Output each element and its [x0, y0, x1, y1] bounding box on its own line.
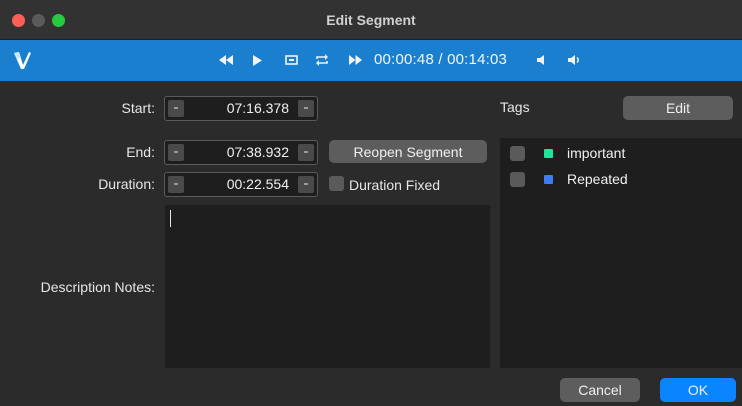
- playback-timecode: 00:00:48 / 00:14:03: [374, 51, 508, 68]
- duration-fixed-checkbox[interactable]: [329, 176, 344, 191]
- end-time-value[interactable]: 07:38.932: [187, 144, 295, 160]
- loop-segment-icon[interactable]: [283, 50, 299, 70]
- duration-decrement-button[interactable]: [168, 176, 184, 193]
- duration-fixed-label: Duration Fixed: [349, 177, 441, 193]
- cancel-button[interactable]: Cancel: [560, 378, 640, 402]
- start-time-stepper[interactable]: 07:16.378: [164, 96, 318, 121]
- app-logo-icon: [14, 52, 31, 69]
- end-decrement-button[interactable]: [168, 144, 184, 161]
- ok-button[interactable]: OK: [660, 378, 736, 402]
- duration-value[interactable]: 00:22.554: [187, 176, 295, 192]
- start-label: Start:: [121, 100, 155, 116]
- rewind-icon[interactable]: [216, 50, 236, 70]
- end-label: End:: [126, 144, 155, 160]
- duration-label: Duration:: [98, 176, 155, 192]
- description-notes-textarea[interactable]: [165, 205, 490, 368]
- start-decrement-button[interactable]: [168, 100, 184, 117]
- duration-increment-button[interactable]: [298, 176, 314, 193]
- volume-down-icon[interactable]: [534, 50, 550, 70]
- start-increment-button[interactable]: [298, 100, 314, 117]
- window-title: Edit Segment: [326, 12, 416, 28]
- transport-toolbar: 00:00:48 / 00:14:03: [0, 40, 742, 81]
- tag-color-swatch: [544, 149, 553, 158]
- duration-stepper[interactable]: 00:22.554: [164, 172, 318, 197]
- reopen-segment-button[interactable]: Reopen Segment: [329, 140, 487, 163]
- loop-icon[interactable]: [314, 50, 330, 70]
- tags-header: Tags: [500, 99, 530, 115]
- tag-checkbox-important[interactable]: [510, 146, 525, 161]
- end-increment-button[interactable]: [298, 144, 314, 161]
- volume-up-icon[interactable]: [565, 50, 583, 70]
- start-time-value[interactable]: 07:16.378: [187, 100, 295, 116]
- edit-tags-button[interactable]: Edit: [623, 96, 733, 120]
- tag-label: important: [567, 145, 626, 161]
- play-icon[interactable]: [250, 50, 264, 70]
- text-caret: [170, 210, 171, 227]
- tag-color-swatch: [544, 175, 553, 184]
- tag-checkbox-repeated[interactable]: [510, 172, 525, 187]
- end-time-stepper[interactable]: 07:38.932: [164, 140, 318, 165]
- tag-row-important[interactable]: important: [508, 144, 738, 162]
- tag-row-repeated[interactable]: Repeated: [508, 170, 738, 188]
- fast-forward-icon[interactable]: [346, 50, 364, 70]
- title-bar: Edit Segment: [0, 0, 742, 40]
- description-notes-label: Description Notes:: [40, 279, 155, 295]
- tag-label: Repeated: [567, 171, 628, 187]
